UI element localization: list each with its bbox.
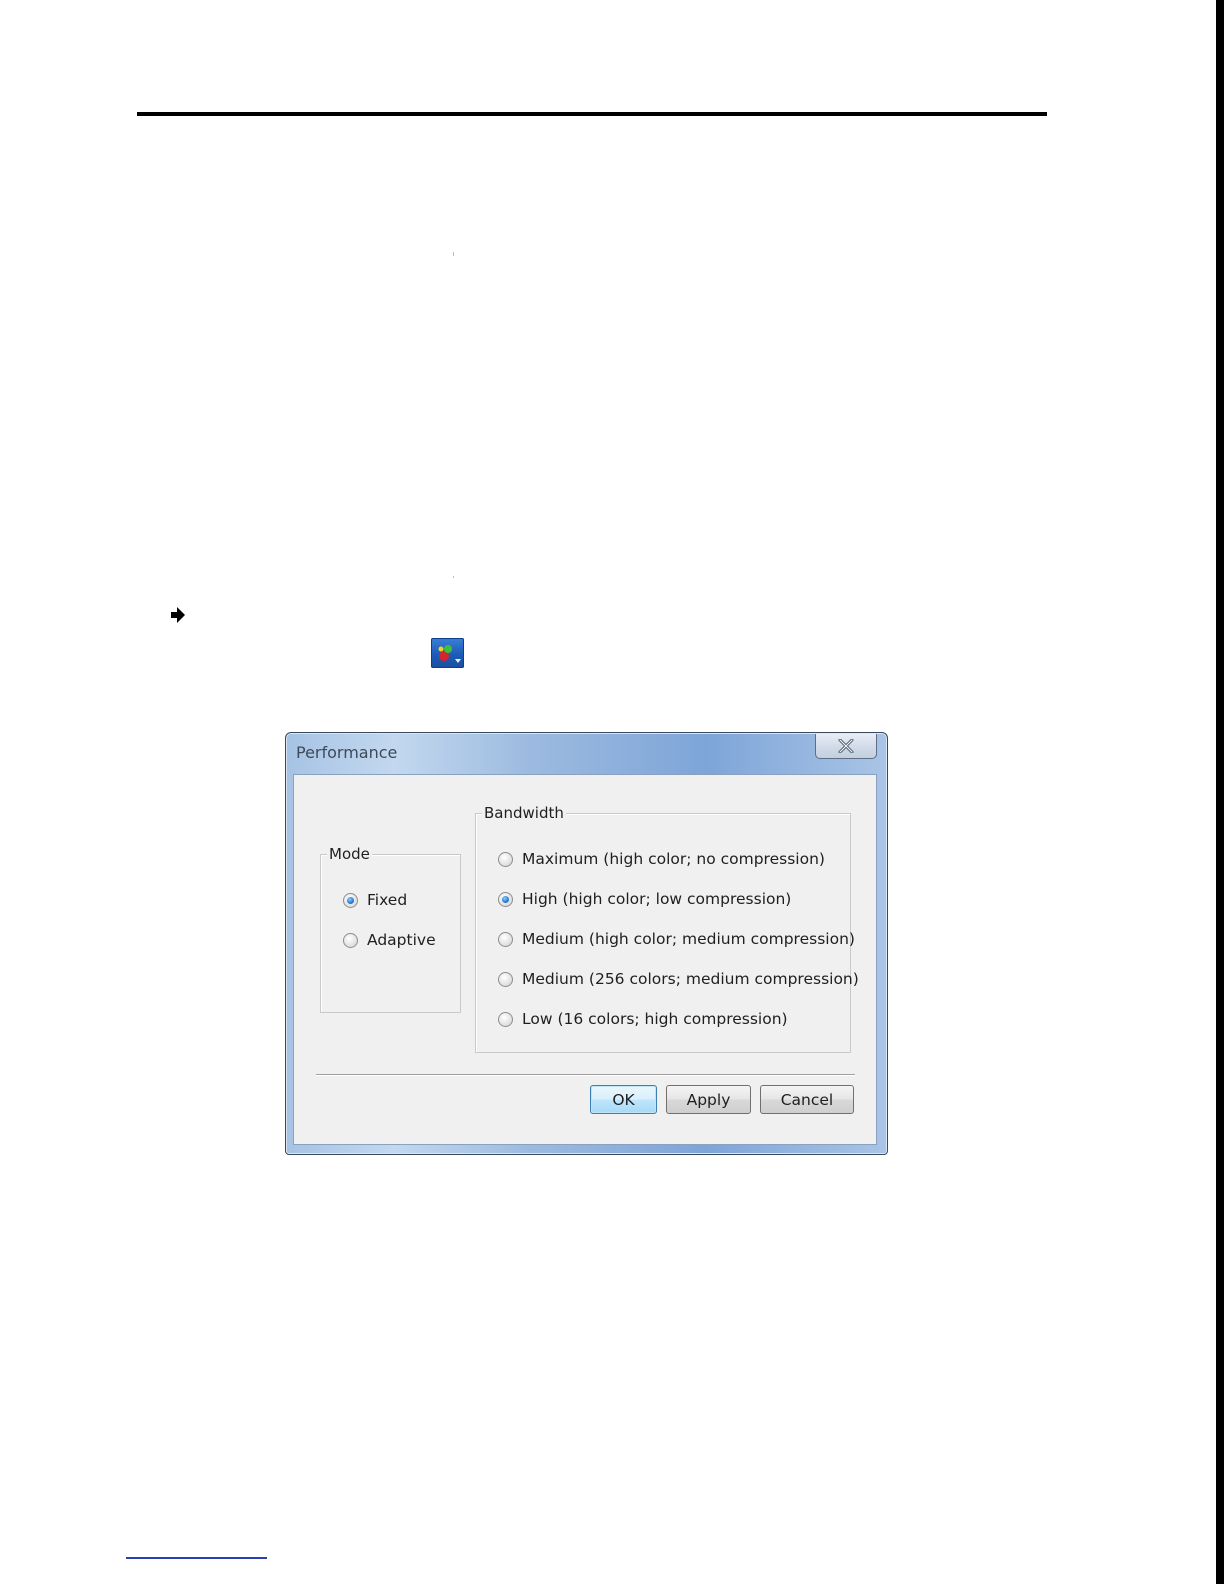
close-icon bbox=[838, 739, 854, 753]
ok-button[interactable]: OK bbox=[590, 1085, 657, 1114]
performance-toolbar-icon[interactable] bbox=[431, 638, 464, 668]
bandwidth-option-label: Low (16 colors; high compression) bbox=[522, 1010, 788, 1028]
bandwidth-option-medium-256-colors[interactable]: Medium (256 colors; medium compression) bbox=[498, 970, 859, 988]
page-edge-bar bbox=[1216, 0, 1224, 1584]
mode-group: Mode Fixed Adaptive bbox=[320, 844, 461, 1013]
radio-button[interactable] bbox=[498, 1011, 513, 1027]
footer-link-underline bbox=[126, 1557, 267, 1559]
mode-option-adaptive[interactable]: Adaptive bbox=[343, 931, 436, 949]
bandwidth-option-label: Medium (high color; medium compression) bbox=[522, 930, 855, 948]
arrow-right-icon bbox=[171, 607, 185, 623]
bandwidth-option-label: Maximum (high color; no compression) bbox=[522, 850, 825, 868]
bandwidth-option-high[interactable]: High (high color; low compression) bbox=[498, 890, 791, 908]
radio-button[interactable] bbox=[498, 931, 513, 947]
separator bbox=[316, 1074, 855, 1075]
bandwidth-group: Bandwidth Maximum (high color; no compre… bbox=[475, 803, 859, 1053]
bandwidth-option-label: Medium (256 colors; medium compression) bbox=[522, 970, 859, 988]
radio-button-checked[interactable] bbox=[498, 891, 513, 907]
scan-speck bbox=[453, 576, 454, 578]
radio-button-checked[interactable] bbox=[343, 892, 358, 908]
performance-dialog: Performance Mode Fixed Adaptive Bandwidt… bbox=[285, 732, 888, 1155]
scan-speck bbox=[453, 252, 454, 256]
close-button[interactable] bbox=[815, 734, 877, 759]
mode-option-label: Fixed bbox=[367, 891, 408, 909]
radio-button[interactable] bbox=[498, 851, 513, 867]
bandwidth-option-medium-high-color[interactable]: Medium (high color; medium compression) bbox=[498, 930, 855, 948]
bandwidth-group-title: Bandwidth bbox=[482, 803, 566, 823]
mode-option-label: Adaptive bbox=[367, 931, 436, 949]
bandwidth-option-label: High (high color; low compression) bbox=[522, 890, 792, 908]
bandwidth-option-low[interactable]: Low (16 colors; high compression) bbox=[498, 1010, 788, 1028]
dialog-client-area: Mode Fixed Adaptive Bandwidth Maximum (h… bbox=[293, 774, 877, 1145]
header-rule bbox=[137, 112, 1047, 116]
mode-group-title: Mode bbox=[327, 844, 372, 864]
performance-glyph-icon bbox=[438, 645, 461, 663]
radio-button[interactable] bbox=[343, 932, 358, 948]
apply-button[interactable]: Apply bbox=[666, 1085, 751, 1114]
bandwidth-option-maximum[interactable]: Maximum (high color; no compression) bbox=[498, 850, 825, 868]
radio-button[interactable] bbox=[498, 971, 513, 987]
cancel-button[interactable]: Cancel bbox=[760, 1085, 854, 1114]
dialog-title: Performance bbox=[296, 743, 398, 762]
mode-option-fixed[interactable]: Fixed bbox=[343, 891, 407, 909]
